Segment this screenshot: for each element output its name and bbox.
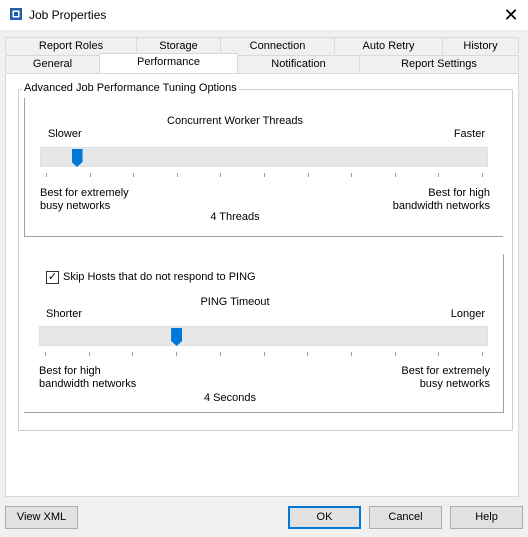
- slider-tick: [220, 173, 222, 177]
- cancel-button[interactable]: Cancel: [369, 506, 442, 529]
- ping-value: 4 Seconds: [204, 392, 256, 404]
- ping-left-hint-line2: bandwidth networks: [39, 378, 137, 390]
- ping-heading: PING Timeout: [200, 296, 270, 308]
- slider-tick: [438, 173, 440, 177]
- slider-tick: [132, 352, 134, 356]
- slider-tick: [350, 352, 352, 356]
- group-title: Advanced Job Performance Tuning Options: [22, 82, 239, 94]
- ping-left-hint: Best for high bandwidth networks: [39, 365, 136, 391]
- threads-right-hint: Best for high bandwidth networks: [360, 187, 490, 213]
- section-divider: [24, 98, 25, 237]
- slider-tick: [88, 352, 90, 356]
- tab-history[interactable]: History: [442, 37, 519, 54]
- slider-tick: [46, 173, 47, 177]
- slider-tick: [176, 173, 178, 177]
- title-bar: Job Properties ✕: [0, 0, 528, 30]
- slider-tick: [482, 173, 483, 177]
- threads-value: 4 Threads: [210, 211, 260, 223]
- app-icon: [10, 8, 22, 20]
- threads-left-hint: Best for extremely busy networks: [40, 187, 129, 213]
- slider-tick: [307, 352, 309, 356]
- close-icon[interactable]: ✕: [496, 2, 526, 28]
- threads-right-hint-line2: bandwidth networks: [392, 200, 490, 212]
- slider-tick: [482, 352, 483, 356]
- threads-max-label: Faster: [453, 128, 485, 140]
- view-xml-button[interactable]: View XML: [5, 506, 78, 529]
- slider-tick: [394, 173, 396, 177]
- slider-tick: [307, 173, 309, 177]
- tab-report-roles[interactable]: Report Roles: [5, 37, 137, 54]
- slider-tick: [263, 352, 265, 356]
- threads-left-hint-line1: Best for extremely: [40, 187, 129, 199]
- ping-right-hint-line1: Best for extremely: [401, 365, 490, 377]
- threads-heading: Concurrent Worker Threads: [167, 115, 303, 127]
- tab-connection[interactable]: Connection: [220, 37, 335, 54]
- ping-max-label: Longer: [450, 308, 485, 320]
- skip-ping-label[interactable]: Skip Hosts that do not respond to PING: [63, 271, 256, 283]
- slider-tick: [133, 173, 135, 177]
- section-divider: [24, 412, 504, 413]
- slider-tick: [264, 173, 265, 177]
- ping-min-label: Shorter: [46, 308, 83, 320]
- section-divider: [503, 254, 504, 412]
- threads-min-label: Slower: [48, 128, 82, 140]
- window-title: Job Properties: [29, 8, 107, 22]
- ok-button[interactable]: OK: [288, 506, 361, 529]
- slider-tick: [176, 352, 178, 356]
- ping-slider-track[interactable]: [39, 326, 488, 346]
- tab-notification[interactable]: Notification: [237, 55, 360, 72]
- slider-tick: [45, 352, 46, 356]
- threads-left-hint-line2: busy networks: [40, 200, 111, 212]
- threads-slider-track[interactable]: [40, 147, 488, 167]
- slider-tick: [219, 352, 221, 356]
- threads-right-hint-line1: Best for high: [428, 187, 490, 199]
- help-button[interactable]: Help: [450, 506, 523, 529]
- tab-report-settings[interactable]: Report Settings: [359, 55, 519, 72]
- slider-tick: [89, 173, 91, 177]
- ping-left-hint-line1: Best for high: [39, 365, 101, 377]
- slider-tick: [438, 352, 440, 356]
- tab-general[interactable]: General: [5, 55, 100, 72]
- slider-tick: [351, 173, 353, 177]
- ping-right-hint: Best for extremely busy networks: [360, 365, 490, 391]
- tab-auto-retry[interactable]: Auto Retry: [334, 37, 443, 54]
- tab-performance[interactable]: Performance: [99, 53, 238, 73]
- slider-tick: [394, 352, 396, 356]
- tab-storage[interactable]: Storage: [136, 37, 221, 54]
- ping-right-hint-line2: busy networks: [419, 378, 490, 390]
- section-divider: [24, 236, 503, 237]
- skip-ping-checkbox[interactable]: ✓: [46, 271, 59, 284]
